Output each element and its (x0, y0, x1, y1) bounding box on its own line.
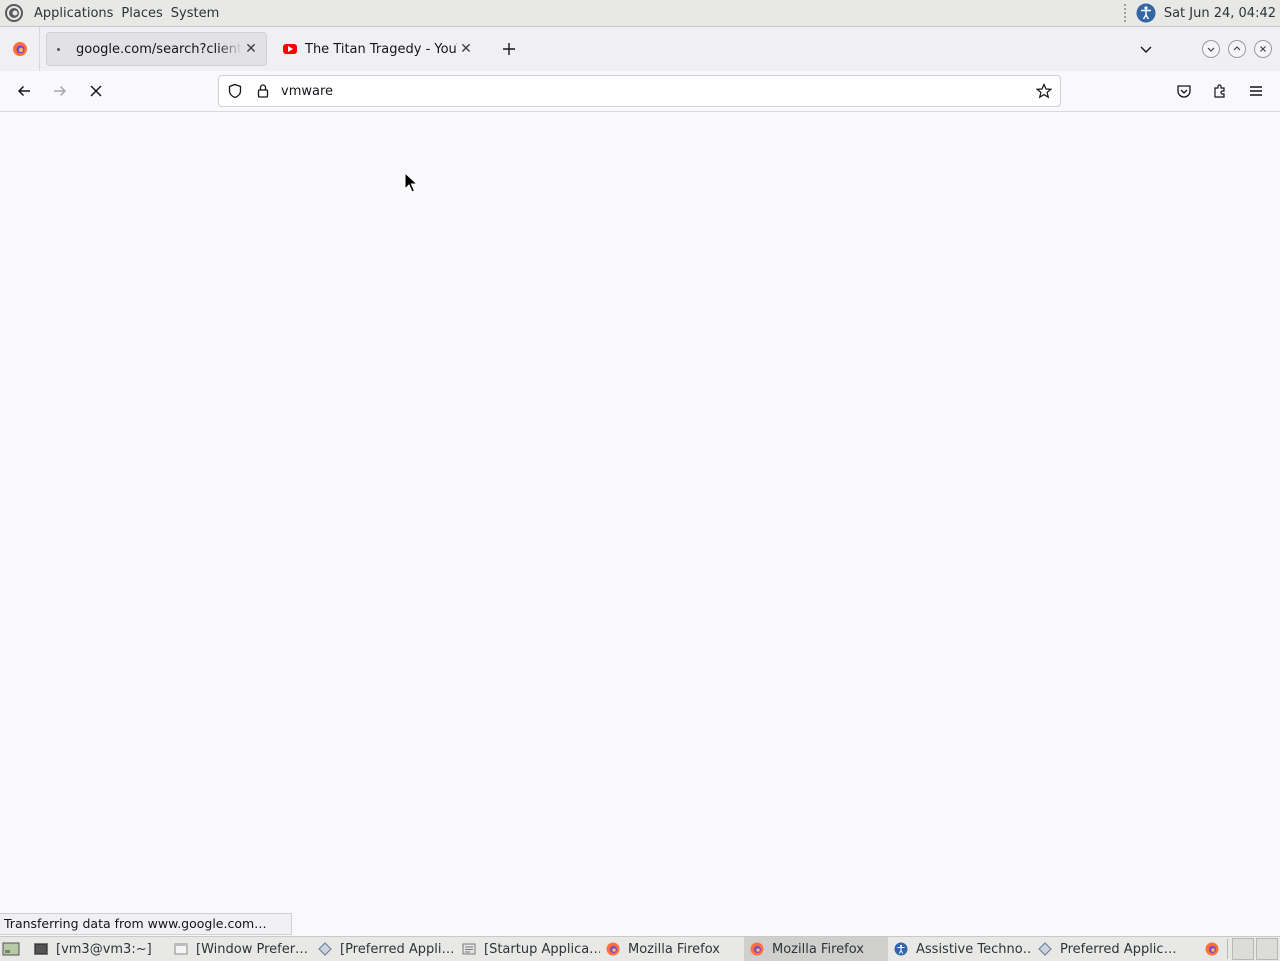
panel-grip (1123, 4, 1130, 22)
close-icon (1260, 46, 1266, 52)
pocket-icon (1177, 85, 1191, 98)
preferences-icon (1038, 942, 1052, 956)
forward-button[interactable] (42, 75, 78, 107)
menu-system[interactable]: System (167, 6, 223, 21)
window-icon (174, 943, 188, 955)
loading-indicator-icon (57, 47, 60, 51)
taskbar-item-assistive-technologies[interactable]: Assistive Techno… (888, 937, 1032, 961)
puzzle-icon (1214, 84, 1225, 98)
firefox-icon (1205, 942, 1219, 956)
pocket-button[interactable] (1166, 75, 1202, 107)
minimize-icon (1207, 47, 1215, 52)
firefox-icon (750, 942, 764, 956)
lock-icon[interactable] (249, 83, 277, 99)
taskbar: [vm3@vm3:~] [Window Prefer… [Preferred A… (0, 936, 1280, 961)
tab-strip: google.com/search?client=firefox ✕ The T… (0, 27, 1280, 71)
taskbar-item-label: [Preferred Appli… (340, 941, 455, 957)
close-tab-icon[interactable]: ✕ (457, 41, 475, 57)
url-bar[interactable] (218, 75, 1061, 107)
url-input[interactable] (277, 82, 1030, 100)
taskbar-item-preferred-applications-2[interactable]: Preferred Applic… (1032, 937, 1176, 961)
tab-label: The Titan Tragedy - YouTube (305, 41, 457, 57)
workspace-switcher-2[interactable] (1256, 938, 1278, 960)
chevron-down-icon (1140, 46, 1152, 53)
taskbar-item-preferred-applications[interactable]: [Preferred Appli… (312, 937, 456, 961)
top-panel: Applications Places System Sat Jun 24, 0… (0, 0, 1280, 27)
close-window-button[interactable] (1254, 40, 1272, 58)
hamburger-menu-icon (1250, 86, 1262, 96)
workspace-switcher-1[interactable] (1232, 938, 1254, 960)
tracking-protection-icon[interactable] (221, 83, 249, 99)
plus-icon (503, 43, 515, 55)
distro-logo-icon[interactable] (4, 3, 24, 23)
maximize-icon (1233, 46, 1241, 51)
close-tab-icon[interactable]: ✕ (242, 41, 260, 57)
taskbar-item-label: [Window Prefer… (196, 941, 309, 957)
taskbar-item-firefox-2[interactable]: Mozilla Firefox (744, 937, 888, 961)
extensions-button[interactable] (1202, 75, 1238, 107)
navigation-toolbar (0, 71, 1280, 112)
tab-youtube[interactable]: The Titan Tragedy - YouTube ✕ (271, 32, 481, 66)
show-desktop-button[interactable] (0, 937, 28, 961)
clock[interactable]: Sat Jun 24, 04:42 (1164, 6, 1276, 21)
arrow-left-icon (17, 85, 30, 97)
desktop-icon (2, 942, 20, 956)
minimize-window-button[interactable] (1202, 40, 1220, 58)
taskbar-item-label: [vm3@vm3:~] (56, 941, 152, 957)
startup-icon (462, 943, 476, 955)
page-content[interactable] (0, 112, 1280, 936)
taskbar-item-label: Mozilla Firefox (772, 941, 864, 957)
taskbar-item-label: [Startup Applica… (484, 941, 600, 957)
taskbar-item-label: Assistive Techno… (916, 941, 1032, 957)
status-panel: Transferring data from www.google.com… (0, 913, 292, 935)
taskbar-separator (1227, 939, 1228, 959)
new-tab-button[interactable] (493, 33, 525, 65)
taskbar-item-label: Preferred Applic… (1060, 941, 1176, 957)
arrow-right-icon (54, 85, 67, 97)
firefox-icon (12, 42, 27, 56)
taskbar-item-terminal[interactable]: [vm3@vm3:~] (28, 937, 168, 961)
taskbar-item-label: Mozilla Firefox (628, 941, 720, 957)
bookmark-star-icon[interactable] (1030, 83, 1058, 99)
taskbar-firefox-launcher[interactable] (1201, 937, 1225, 961)
taskbar-item-startup-applications[interactable]: [Startup Applica… (456, 937, 600, 961)
taskbar-item-window-preferences[interactable]: [Window Prefer… (168, 937, 312, 961)
preferences-icon (318, 942, 332, 956)
tab-google-search[interactable]: google.com/search?client=firefox ✕ (46, 32, 267, 66)
mouse-cursor-icon (404, 172, 418, 193)
list-all-tabs-button[interactable] (1130, 33, 1162, 65)
stop-loading-button[interactable] (78, 75, 114, 107)
tab-label: google.com/search?client=firefox (76, 41, 242, 57)
back-button[interactable] (6, 75, 42, 107)
accessibility-icon[interactable] (1136, 3, 1156, 23)
menu-places[interactable]: Places (117, 6, 166, 21)
firefox-icon (606, 942, 620, 956)
firefox-view-button[interactable] (0, 27, 40, 71)
accessibility-icon (894, 942, 908, 956)
terminal-icon (34, 943, 48, 955)
taskbar-item-firefox-1[interactable]: Mozilla Firefox (600, 937, 744, 961)
menu-applications[interactable]: Applications (30, 6, 117, 21)
stop-icon (90, 85, 102, 97)
app-menu-button[interactable] (1238, 75, 1274, 107)
maximize-window-button[interactable] (1228, 40, 1246, 58)
youtube-icon (283, 44, 297, 54)
